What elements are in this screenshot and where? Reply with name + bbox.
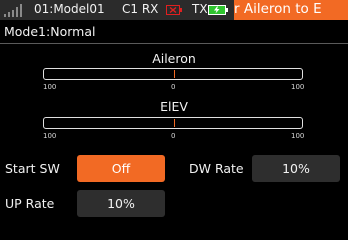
elevator-scale-right: 100: [291, 132, 305, 140]
scrolling-title-text: r Aileron to E: [234, 1, 322, 17]
scrolling-title: r Aileron to E: [234, 0, 348, 20]
mix-settings-screen: 01:Model01 C1 RX TX r Aileron to E Mode1…: [0, 0, 348, 228]
transmitter-label: TX: [192, 2, 208, 16]
elevator-scale-center: 0: [171, 132, 176, 140]
rx-battery-empty-icon: [166, 5, 182, 15]
aileron-center-marker: [174, 70, 175, 78]
flight-mode-label: Mode1:Normal: [4, 24, 96, 39]
signal-strength-icon: [4, 4, 22, 17]
status-bar: 01:Model01 C1 RX TX r Aileron to E: [0, 0, 348, 20]
receiver-label: C1 RX: [122, 2, 159, 16]
tx-battery-charging-icon: [208, 5, 228, 15]
elevator-center-marker: [174, 119, 175, 127]
aileron-scale-left: 100: [43, 83, 57, 91]
up-rate-label: UP Rate: [5, 196, 55, 211]
elevator-scale-left: 100: [43, 132, 57, 140]
elevator-bar-title: ElEV: [160, 99, 188, 114]
aileron-position-bar: [43, 68, 303, 80]
start-sw-button[interactable]: Off: [77, 155, 165, 182]
aileron-scale-right: 100: [291, 83, 305, 91]
dw-rate-button[interactable]: 10%: [252, 155, 340, 182]
aileron-bar-title: Aileron: [152, 51, 196, 66]
divider: [0, 43, 348, 44]
dw-rate-label: DW Rate: [189, 161, 244, 176]
start-sw-label: Start SW: [5, 161, 60, 176]
up-rate-button[interactable]: 10%: [77, 190, 165, 217]
aileron-scale-center: 0: [171, 83, 176, 91]
elevator-position-bar: [43, 117, 303, 129]
model-name[interactable]: 01:Model01: [34, 2, 105, 17]
